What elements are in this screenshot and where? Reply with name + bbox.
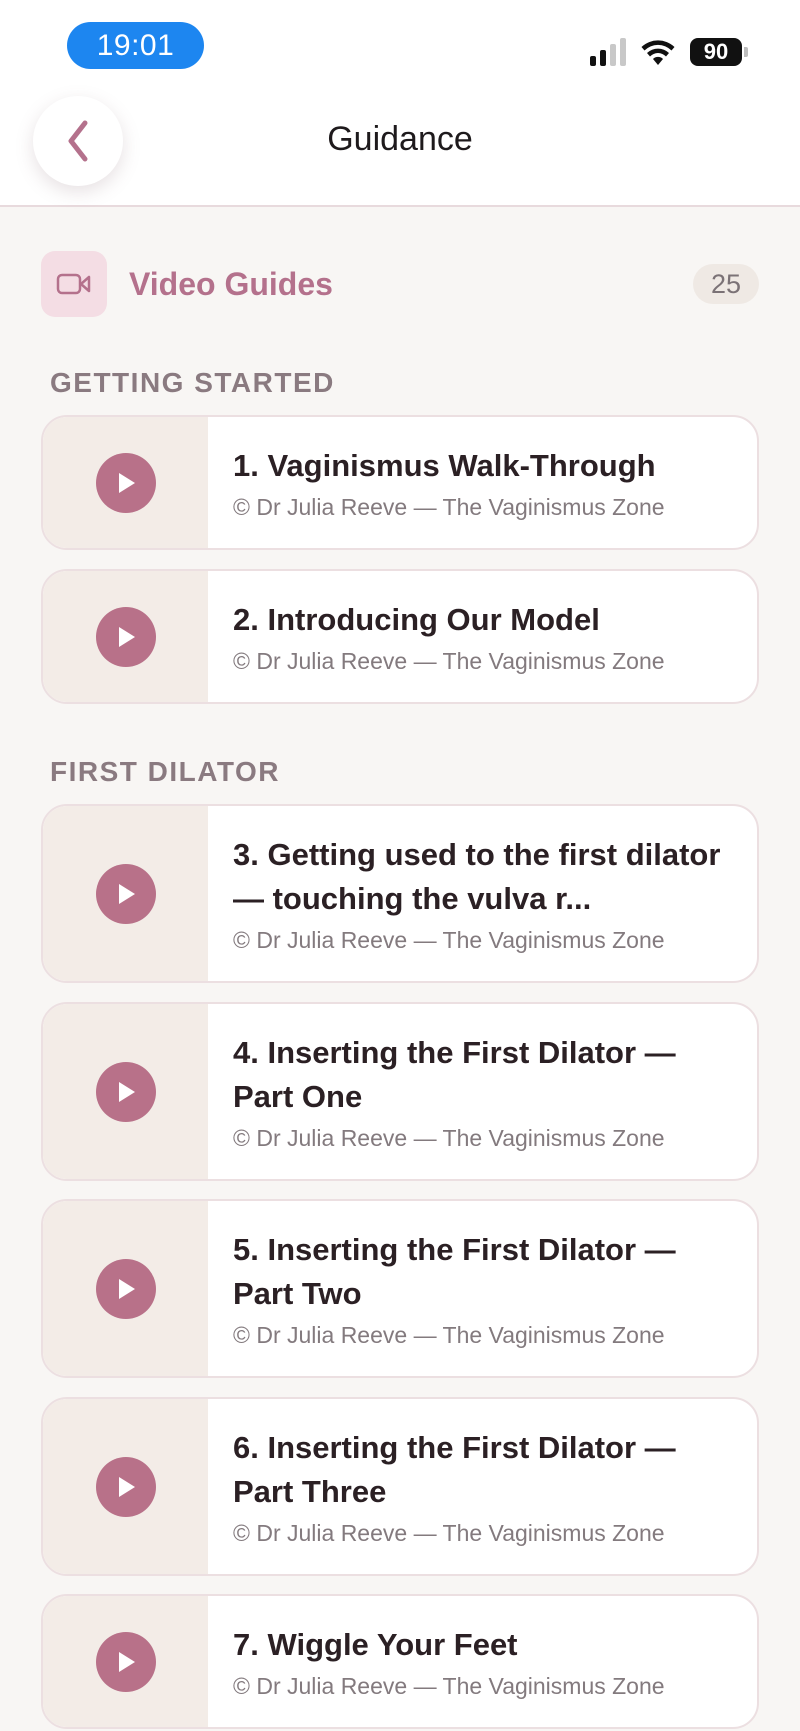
video-title: 1. Vaginismus Walk-Through <box>233 448 656 483</box>
video-card-body: 3. Getting used to the first dilator — t… <box>208 806 757 981</box>
video-card-body: 7. Wiggle Your Feet © Dr Julia Reeve — T… <box>208 1596 757 1727</box>
play-button[interactable] <box>95 1061 156 1122</box>
video-title: 7. Wiggle Your Feet <box>233 1627 518 1662</box>
play-icon <box>118 472 135 493</box>
video-card-body: 4. Inserting the First Dilator — Part On… <box>208 1004 757 1179</box>
video-card[interactable]: 4. Inserting the First Dilator — Part On… <box>41 1002 759 1181</box>
video-credit: © Dr Julia Reeve — The Vaginismus Zone <box>233 1520 665 1546</box>
video-guides-title: Video Guides <box>129 265 333 302</box>
play-button[interactable] <box>95 1258 156 1319</box>
video-credit: © Dr Julia Reeve — The Vaginismus Zone <box>233 648 665 674</box>
video-card[interactable]: 5. Inserting the First Dilator — Part Tw… <box>41 1199 759 1378</box>
play-button[interactable] <box>95 1631 156 1692</box>
video-credit: © Dr Julia Reeve — The Vaginismus Zone <box>233 1125 665 1151</box>
play-icon <box>118 1651 135 1672</box>
nav-header: Guidance <box>0 90 800 207</box>
play-button[interactable] <box>95 606 156 667</box>
video-thumbnail <box>43 571 208 702</box>
video-thumbnail <box>43 1399 208 1574</box>
video-title: 2. Introducing Our Model <box>233 602 600 637</box>
status-bar: 19:01 90 <box>0 0 800 90</box>
video-card[interactable]: 7. Wiggle Your Feet © Dr Julia Reeve — T… <box>41 1594 759 1729</box>
cellular-signal-icon <box>590 38 626 66</box>
video-title: 4. Inserting the First Dilator — Part On… <box>233 1035 676 1114</box>
play-button[interactable] <box>95 452 156 513</box>
battery-level: 90 <box>690 38 742 66</box>
play-icon <box>118 1278 135 1299</box>
video-title: 6. Inserting the First Dilator — Part Th… <box>233 1430 676 1509</box>
video-camera-icon <box>41 251 107 317</box>
play-button[interactable] <box>95 1456 156 1517</box>
video-card-body: 2. Introducing Our Model © Dr Julia Reev… <box>208 571 757 702</box>
video-thumbnail <box>43 1004 208 1179</box>
video-thumbnail <box>43 1201 208 1376</box>
video-credit: © Dr Julia Reeve — The Vaginismus Zone <box>233 494 665 520</box>
video-count-badge: 25 <box>693 264 759 304</box>
video-card-body: 1. Vaginismus Walk-Through © Dr Julia Re… <box>208 417 757 548</box>
video-card[interactable]: 2. Introducing Our Model © Dr Julia Reev… <box>41 569 759 704</box>
play-icon <box>118 1081 135 1102</box>
video-card-body: 5. Inserting the First Dilator — Part Tw… <box>208 1201 757 1376</box>
play-icon <box>118 1476 135 1497</box>
video-card[interactable]: 1. Vaginismus Walk-Through © Dr Julia Re… <box>41 415 759 550</box>
wifi-icon <box>641 40 675 65</box>
section-label-first-dilator: FIRST DILATOR <box>50 756 281 787</box>
status-time: 19:01 <box>67 22 204 69</box>
section-label-getting-started: GETTING STARTED <box>50 367 335 398</box>
page-title: Guidance <box>327 120 473 158</box>
video-guides-header: Video Guides 25 <box>41 251 759 317</box>
video-title: 5. Inserting the First Dilator — Part Tw… <box>233 1232 676 1311</box>
battery-indicator: 90 <box>690 38 748 66</box>
video-thumbnail <box>43 806 208 981</box>
video-credit: © Dr Julia Reeve — The Vaginismus Zone <box>233 1322 665 1348</box>
video-card[interactable]: 3. Getting used to the first dilator — t… <box>41 804 759 983</box>
play-icon <box>118 626 135 647</box>
status-indicators: 90 <box>590 36 748 68</box>
play-icon <box>118 883 135 904</box>
play-button[interactable] <box>95 863 156 924</box>
video-credit: © Dr Julia Reeve — The Vaginismus Zone <box>233 927 665 953</box>
video-thumbnail <box>43 1596 208 1727</box>
video-credit: © Dr Julia Reeve — The Vaginismus Zone <box>233 1673 665 1699</box>
video-card-body: 6. Inserting the First Dilator — Part Th… <box>208 1399 757 1574</box>
video-card[interactable]: 6. Inserting the First Dilator — Part Th… <box>41 1397 759 1576</box>
video-title: 3. Getting used to the first dilator — t… <box>233 837 721 916</box>
video-thumbnail <box>43 417 208 548</box>
